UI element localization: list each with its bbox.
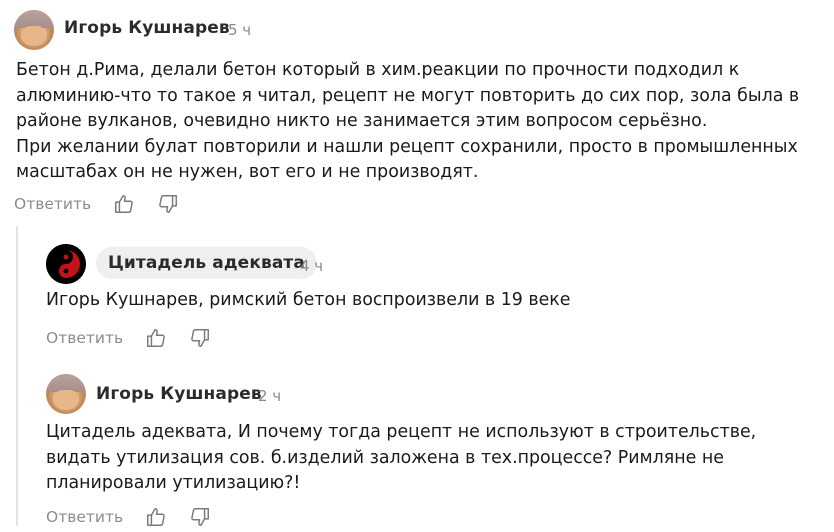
thumbs-up-icon[interactable]: [145, 506, 167, 528]
yin-yang-icon: [46, 244, 86, 284]
comment-header: Игорь Кушнарев 2 ч: [32, 362, 834, 420]
reply-button[interactable]: Ответить: [14, 195, 91, 213]
thumbs-up-icon[interactable]: [113, 193, 135, 215]
comment-actions: Ответить: [46, 326, 211, 350]
comment-actions: Ответить: [14, 192, 179, 216]
comment-text: Игорь Кушнарев, римский бетон воспроизве…: [46, 290, 571, 310]
thumbs-down-icon[interactable]: [189, 506, 211, 528]
author-name[interactable]: Игорь Кушнарев: [96, 384, 262, 404]
reply-comment: Цитадель адеквата 4 ч Игорь Кушнарев, ри…: [32, 232, 834, 347]
reply-button[interactable]: Ответить: [46, 508, 123, 526]
comment: Игорь Кушнарев 5 ч Бетон д.Рима, делали …: [0, 0, 834, 213]
comment-actions: Ответить: [46, 505, 211, 529]
comment-text: Цитадель адеквата, И почему тогда рецепт…: [46, 422, 757, 494]
thread-line: [16, 226, 18, 526]
reply-comment: Игорь Кушнарев 2 ч Цитадель адеквата, И …: [32, 362, 834, 526]
author-name[interactable]: Игорь Кушнарев: [64, 18, 230, 38]
thumbs-up-icon[interactable]: [145, 327, 167, 349]
comment-time: 5 ч: [228, 21, 252, 39]
avatar[interactable]: [46, 374, 86, 414]
comment-text: Бетон д.Рима, делали бетон который в хим…: [16, 60, 800, 183]
avatar[interactable]: [46, 244, 86, 284]
avatar[interactable]: [14, 10, 54, 50]
reply-button[interactable]: Ответить: [46, 329, 123, 347]
comment-time: 2 ч: [258, 387, 282, 405]
comment-header: Цитадель адеквата 4 ч: [32, 232, 834, 290]
author-name[interactable]: Цитадель адеквата: [96, 247, 317, 279]
comment-header: Игорь Кушнарев 5 ч: [0, 0, 834, 58]
comment-time: 4 ч: [300, 257, 324, 275]
thumbs-down-icon[interactable]: [189, 327, 211, 349]
thumbs-down-icon[interactable]: [157, 193, 179, 215]
